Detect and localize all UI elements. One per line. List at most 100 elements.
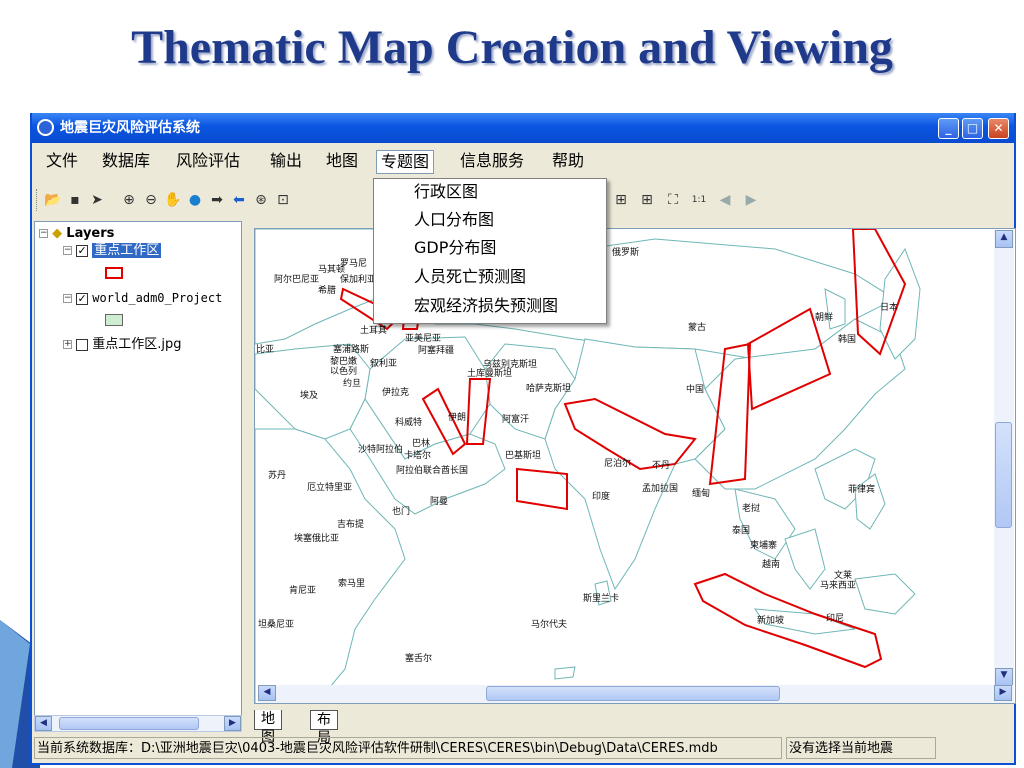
menu-thematic-map[interactable]: 专题图 (376, 150, 435, 174)
map-label: 比亚 (256, 345, 275, 355)
map-label: 老挝 (742, 504, 761, 514)
scale-icon[interactable]: 1:1 (690, 191, 708, 209)
green-fill-symbol (105, 314, 123, 326)
scroll-left-icon[interactable]: ◀ (258, 685, 276, 701)
status-quake: 没有选择当前地震 (786, 737, 936, 759)
layers-root-label: Layers (66, 226, 115, 241)
map-label: 伊拉克 (382, 388, 410, 398)
map-canvas (255, 229, 921, 703)
map-label: 阿拉伯联合酋长国 (396, 466, 469, 476)
fixed-zoom-in-icon[interactable]: ⊛ (252, 191, 270, 209)
map-label: 叙利亚 (370, 359, 398, 369)
map-label: 马尔代夫 (531, 620, 568, 630)
tab-layout[interactable]: 布局 (310, 710, 338, 746)
expand-icon[interactable]: + (63, 340, 72, 349)
maximize-button[interactable]: □ (962, 118, 983, 139)
map-label: 孟加拉国 (642, 484, 679, 494)
map-label: 卡塔尔 (404, 451, 432, 461)
previous-extent-icon[interactable]: ◀ (716, 191, 734, 209)
scroll-left-icon[interactable]: ◀ (35, 716, 52, 731)
app-icon (37, 119, 54, 136)
layer-label[interactable]: 重点工作区.jpg (92, 337, 181, 352)
back-arrow-icon[interactable]: ⬅ (230, 191, 248, 209)
title-bar[interactable]: 地震巨灾风险评估系统 _ □ ✕ (32, 113, 1014, 143)
scroll-thumb[interactable] (995, 422, 1012, 528)
open-folder-icon[interactable]: 📂 (44, 191, 62, 209)
map-label: 俄罗斯 (612, 248, 640, 258)
map-label: 阿富汗 (502, 415, 530, 425)
layer-checkbox[interactable]: ✓ (76, 244, 89, 257)
layer-row-world-adm0[interactable]: − ✓ world_adm0_Project (63, 289, 222, 307)
map-vertical-scrollbar[interactable]: ▲ ▼ (994, 230, 1014, 686)
menu-database[interactable]: 数据库 (98, 150, 154, 174)
layer-checkbox[interactable] (76, 338, 89, 351)
menu-item-population-map[interactable]: 人口分布图 (414, 208, 494, 232)
menu-item-economic-loss-forecast-map[interactable]: 宏观经济损失预测图 (414, 294, 558, 318)
tab-map[interactable]: 地图 (254, 710, 282, 745)
map-label: 土耳其 (360, 326, 388, 336)
forward-arrow-icon[interactable]: ➡ (208, 191, 226, 209)
map-label: 伊朗 (448, 413, 467, 423)
fixed-zoom-icon[interactable]: ⊞ (612, 191, 630, 209)
pointer-icon[interactable]: ➤ (88, 191, 106, 209)
menu-item-admin-map[interactable]: 行政区图 (414, 180, 478, 204)
menu-item-gdp-map[interactable]: GDP分布图 (414, 236, 496, 260)
map-label: 科威特 (395, 418, 423, 428)
menu-file[interactable]: 文件 (42, 150, 82, 174)
zoom-in-icon[interactable]: ⊕ (120, 191, 138, 209)
scroll-thumb[interactable] (59, 717, 199, 730)
menu-info-service[interactable]: 信息服务 (456, 150, 528, 174)
slide-title: Thematic Map Creation and Viewing (131, 21, 893, 74)
collapse-icon[interactable]: − (39, 229, 48, 238)
menu-item-casualty-forecast-map[interactable]: 人员死亡预测图 (414, 265, 526, 289)
menu-output[interactable]: 输出 (266, 150, 306, 174)
toolbar-grip[interactable] (36, 189, 39, 211)
map-label: 阿曼 (430, 497, 449, 507)
map-label: 新加坡 (757, 616, 785, 626)
scroll-down-icon[interactable]: ▼ (995, 668, 1013, 686)
close-button[interactable]: ✕ (988, 118, 1009, 139)
pan-hand-icon[interactable]: ✋ (164, 191, 182, 209)
map-label: 中国 (686, 385, 705, 395)
map-label: 约旦 (343, 379, 362, 389)
full-extent-icon[interactable]: ⛶ (664, 191, 682, 209)
map-label: 塞舌尔 (405, 654, 433, 664)
minimize-button[interactable]: _ (938, 118, 959, 139)
layer-row-work-zone[interactable]: − ✓ 重点工作区 (63, 242, 162, 260)
menu-map[interactable]: 地图 (322, 150, 362, 174)
thematic-map-dropdown: 行政区图 人口分布图 GDP分布图 人员死亡预测图 宏观经济损失预测图 (373, 178, 607, 324)
toc-horizontal-scrollbar[interactable]: ◀ ▶ (34, 715, 242, 732)
map-label: 阿塞拜疆 (418, 346, 455, 356)
identify-icon[interactable]: ⊡ (274, 191, 292, 209)
map-label: 哈萨克斯坦 (526, 384, 572, 394)
layer-label[interactable]: 重点工作区 (92, 243, 162, 258)
map-label: 保加利亚 (340, 275, 377, 285)
zoom-out-icon[interactable]: ⊖ (142, 191, 160, 209)
globe-full-extent-icon[interactable]: ● (186, 191, 204, 209)
fixed-zoom-out-icon[interactable]: ⊞ (638, 191, 656, 209)
save-icon[interactable]: ▪ (66, 191, 84, 209)
layers-root-row[interactable]: − ◆ Layers (39, 225, 114, 243)
next-extent-icon[interactable]: ▶ (742, 191, 760, 209)
scroll-thumb[interactable] (486, 686, 780, 701)
scroll-up-icon[interactable]: ▲ (995, 230, 1013, 248)
red-outline-symbol (105, 267, 123, 279)
scroll-right-icon[interactable]: ▶ (994, 685, 1012, 701)
collapse-icon[interactable]: − (63, 246, 72, 255)
layer-checkbox[interactable]: ✓ (76, 292, 89, 305)
map-label: 厄立特里亚 (307, 483, 353, 493)
map-label: 阿尔巴尼亚 (274, 275, 320, 285)
layer-row-work-zone-jpg[interactable]: + 重点工作区.jpg (63, 336, 182, 354)
map-view[interactable] (254, 228, 1016, 704)
map-label: 柬埔寨 (750, 541, 778, 551)
map-label: 吉布提 (337, 520, 365, 530)
collapse-icon[interactable]: − (63, 294, 72, 303)
layers-panel: − ◆ Layers − ✓ 重点工作区 − ✓ world_adm0_Proj… (34, 221, 242, 728)
map-label: 坦桑尼亚 (258, 620, 295, 630)
menu-risk-assessment[interactable]: 风险评估 (172, 150, 244, 174)
scroll-right-icon[interactable]: ▶ (224, 716, 241, 731)
layer-label[interactable]: world_adm0_Project (92, 291, 222, 305)
menu-help[interactable]: 帮助 (548, 150, 588, 174)
map-label: 也门 (392, 507, 411, 517)
map-horizontal-scrollbar[interactable]: ◀ ▶ (258, 685, 1014, 703)
